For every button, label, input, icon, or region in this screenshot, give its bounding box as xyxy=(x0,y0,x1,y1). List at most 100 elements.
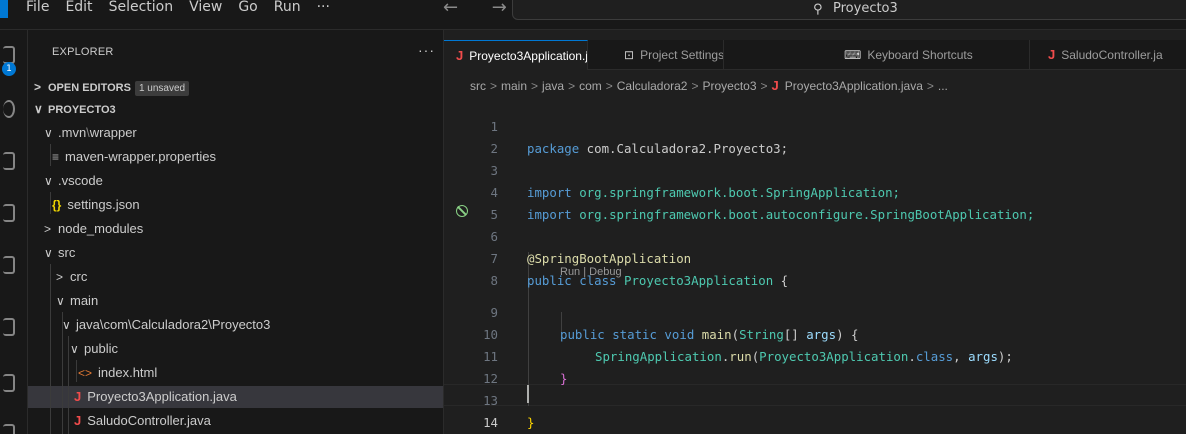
tree-item-mvn-wrapper[interactable]: ∨ .mvn\wrapper xyxy=(28,122,443,144)
json-icon: {} xyxy=(52,198,62,212)
menu-run[interactable]: Run xyxy=(266,0,309,18)
unsaved-badge: 1 unsaved xyxy=(134,81,190,96)
vscode-logo-icon xyxy=(0,0,8,18)
java-icon: J xyxy=(74,413,82,428)
project-section[interactable]: ∨ PROYECTO3 xyxy=(28,98,443,120)
tree-item-saludocontroller-java[interactable]: J SaludoController.java xyxy=(28,410,443,432)
tree-item-node-modules[interactable]: > node_modules xyxy=(28,218,443,240)
explorer-title: EXPLORER xyxy=(52,46,114,58)
codelens-run-debug[interactable]: Run | Debug xyxy=(560,266,622,278)
chevron-right-icon: > xyxy=(56,270,64,284)
menu-view[interactable]: View xyxy=(181,0,230,18)
chevron-down-icon: ∨ xyxy=(56,294,65,308)
tree-indent-guide xyxy=(76,360,77,382)
tree-item-vscode[interactable]: ∨ .vscode xyxy=(28,170,443,192)
java-icon: J xyxy=(1048,47,1056,62)
remote-icon[interactable] xyxy=(3,318,15,336)
keyboard-icon: ⌨ xyxy=(844,48,862,62)
search-icon: ⚲ xyxy=(813,2,823,17)
tree-indent-guide xyxy=(62,312,63,434)
settings-panel-icon: ⊡ xyxy=(624,48,635,62)
tree-item-src[interactable]: ∨ src xyxy=(28,242,443,264)
code-line-2[interactable]: 2 xyxy=(444,116,1186,156)
tree-item-index-html[interactable]: <> index.html xyxy=(28,362,443,384)
menu-more[interactable]: ··· xyxy=(309,0,338,18)
java-icon: J xyxy=(74,389,82,404)
tree-item-public[interactable]: ∨ public xyxy=(28,338,443,360)
open-editors-section[interactable]: > OPEN EDITORS 1 unsaved xyxy=(28,76,443,98)
chevron-down-icon: ∨ xyxy=(44,246,53,260)
project-label: PROYECTO3 xyxy=(48,104,116,116)
breadcrumb-item[interactable]: Calculadora2 xyxy=(617,79,688,93)
text-cursor xyxy=(527,385,529,403)
open-editors-label: OPEN EDITORS xyxy=(48,82,131,94)
breadcrumb-item[interactable]: java xyxy=(542,79,564,93)
chevron-down-icon: ∨ xyxy=(62,318,71,332)
code-line-5[interactable]: 5 xyxy=(444,182,1186,222)
account-icon[interactable] xyxy=(3,424,15,434)
code-line-11[interactable]: 11 } xyxy=(444,324,1186,386)
chevron-down-icon: ∨ xyxy=(70,342,79,356)
properties-icon: ≡ xyxy=(52,150,60,164)
code-line-14[interactable]: 14 xyxy=(444,390,1186,430)
java-icon: J xyxy=(456,48,464,63)
tab-saludocontroller[interactable]: J SaludoController.ja xyxy=(1030,40,1186,70)
chevron-right-icon: > xyxy=(44,222,52,236)
activity-bar: 1 xyxy=(0,30,28,434)
tree-indent-guide xyxy=(50,264,51,434)
tab-proyecto3application[interactable]: JProyecto3Application.java✕ xyxy=(444,40,588,70)
editor-area: JProyecto3Application.java✕ ⊡Project Set… xyxy=(444,30,1186,434)
chevron-right-icon: > xyxy=(34,80,42,94)
extensions-icon[interactable] xyxy=(3,256,15,274)
chevron-down-icon: ∨ xyxy=(44,174,53,188)
tree-item-proyecto3application-java[interactable]: J Proyecto3Application.java xyxy=(28,386,443,408)
explorer-more-button[interactable]: ··· xyxy=(418,42,435,58)
run-debug-icon[interactable] xyxy=(3,204,15,222)
explorer-sidebar: EXPLORER ··· > OPEN EDITORS 1 unsaved ∨ PRO… xyxy=(28,30,444,434)
code-line-10[interactable]: 10 SpringApplication.run(Proyecto3Applic… xyxy=(444,302,1186,364)
breadcrumb-item[interactable]: Proyecto3Application.java xyxy=(785,79,923,93)
tree-item-java-package[interactable]: ∨ java\com\Calculadora2\Proyecto3 xyxy=(28,314,443,336)
command-center-text: Proyecto3 xyxy=(833,1,898,16)
menu-edit[interactable]: Edit xyxy=(57,0,100,18)
tree-item-settings-json[interactable]: {} settings.json xyxy=(28,194,443,216)
tree-item-maven-wrapper-properties[interactable]: ≡ maven-wrapper.properties xyxy=(28,146,443,168)
tab-keyboard-shortcuts[interactable]: ⌨ Keyboard Shortcuts xyxy=(724,40,1030,70)
code-line-1[interactable]: 1 package com.Calculadora2.Proyecto3; xyxy=(444,94,1186,156)
html-icon: <> xyxy=(78,366,93,380)
source-control-icon[interactable] xyxy=(3,152,15,170)
command-center[interactable]: ⚲ Proyecto3 xyxy=(512,0,1186,20)
code-line-9[interactable]: 9 public static void main(String[] args)… xyxy=(444,280,1186,342)
tree-item-main[interactable]: ∨ main xyxy=(28,290,443,312)
editor-tabs: JProyecto3Application.java✕ ⊡Project Set… xyxy=(444,40,1186,70)
menu-bar: File Edit Selection View Go Run ··· xyxy=(18,0,338,18)
testing-icon[interactable] xyxy=(3,374,15,392)
explorer-badge: 1 xyxy=(2,62,16,76)
tree-item-crc[interactable]: > crc xyxy=(28,266,443,288)
tab-project-settings[interactable]: ⊡ Project Settings xyxy=(588,40,724,70)
breadcrumb-item[interactable]: Proyecto3 xyxy=(703,79,757,93)
search-view-icon[interactable] xyxy=(3,100,15,118)
chevron-down-icon: ∨ xyxy=(34,102,43,116)
breadcrumb-item[interactable]: main xyxy=(501,79,527,93)
breadcrumb: src > main > java > com > Calculadora2 > Proyecto3… xyxy=(470,78,948,93)
breadcrumb-item[interactable]: src xyxy=(470,79,486,93)
code-line-7[interactable]: 7 public class Proyecto3Application { xyxy=(444,226,1186,288)
menu-go[interactable]: Go xyxy=(230,0,265,18)
menu-file[interactable]: File xyxy=(18,0,57,18)
tree-indent-guide xyxy=(50,192,51,214)
title-bar: File Edit Selection View Go Run ··· ← → … xyxy=(0,0,1186,30)
code-line-4[interactable]: 4 import org.springframework.boot.autoco… xyxy=(444,160,1186,222)
code-line-3[interactable]: 3 import org.springframework.boot.Spring… xyxy=(444,138,1186,200)
breadcrumb-item[interactable]: ... xyxy=(938,79,948,93)
code-line-12[interactable]: 12 xyxy=(444,346,1186,386)
nav-arrows[interactable]: ← → xyxy=(443,0,521,18)
java-icon: J xyxy=(771,78,779,93)
breadcrumb-item[interactable]: com xyxy=(579,79,602,93)
tree-indent-guide xyxy=(50,144,51,166)
code-line-13[interactable]: 13 } xyxy=(444,368,1186,430)
code-line-6[interactable]: 6 @SpringBootApplication xyxy=(444,204,1186,266)
menu-selection[interactable]: Selection xyxy=(101,0,182,18)
chevron-down-icon: ∨ xyxy=(44,126,53,140)
code-line-8[interactable]: 8 xyxy=(444,248,1186,288)
